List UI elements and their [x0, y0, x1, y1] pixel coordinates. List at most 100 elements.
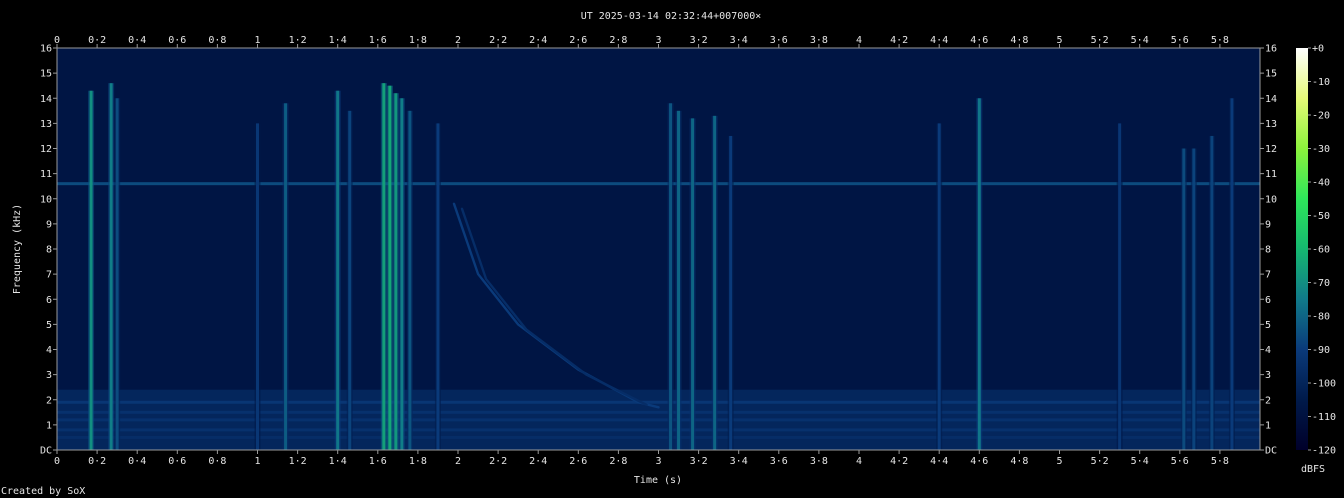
- colorbar-tick-label: -100: [1312, 379, 1336, 390]
- colorbar-tick-label: -60: [1312, 245, 1330, 256]
- y-tick-label-right: 11: [1265, 169, 1277, 180]
- x-tick-label-top: 0: [54, 35, 60, 46]
- colorbar-tick-label: -30: [1312, 144, 1330, 155]
- colorbar-tick-label: -20: [1312, 111, 1330, 122]
- x-tick-label-bottom: 3·8: [810, 456, 828, 467]
- y-tick-label-right: 12: [1265, 144, 1277, 155]
- y-tick-label-left: 6: [46, 295, 52, 306]
- x-tick-label-top: 3: [655, 35, 661, 46]
- transient-line: [937, 123, 941, 450]
- horizontal-band: [57, 400, 1260, 404]
- x-tick-label-top: 4: [856, 35, 862, 46]
- y-tick-label-left: 9: [46, 219, 52, 230]
- colorbar-label: dBFS: [1301, 464, 1325, 475]
- x-tick-label-bottom: 3·6: [770, 456, 788, 467]
- horizontal-band: [57, 410, 1260, 414]
- y-tick-label-left: 11: [40, 169, 52, 180]
- transient-line: [677, 110, 681, 450]
- x-tick-label-top: 2·8: [609, 35, 627, 46]
- plot-area: [56, 47, 1261, 451]
- x-tick-label-top: 4·8: [1010, 35, 1028, 46]
- x-tick-label-top: 3·4: [730, 35, 748, 46]
- y-axis-label: Frequency (kHz): [12, 204, 23, 294]
- x-tick-label-bottom: 1: [254, 456, 260, 467]
- x-tick-label-top: 1·2: [289, 35, 307, 46]
- x-tick-label-top: 0·4: [128, 35, 146, 46]
- y-tick-label-left: 13: [40, 119, 52, 130]
- x-tick-label-top: 3·6: [770, 35, 788, 46]
- transient-line: [669, 103, 673, 450]
- x-tick-label-bottom: 1·8: [409, 456, 427, 467]
- x-tick-label-top: 0·8: [208, 35, 226, 46]
- transient-line: [408, 110, 412, 450]
- transient-line: [1118, 123, 1122, 450]
- transient-line: [691, 118, 695, 450]
- x-tick-label-bottom: 1·4: [329, 456, 347, 467]
- transient-line: [1210, 135, 1214, 450]
- transient-line: [382, 83, 386, 450]
- transient-line: [336, 90, 340, 450]
- x-tick-label-top: 1·6: [369, 35, 387, 46]
- x-tick-label-top: 2·2: [489, 35, 507, 46]
- y-tick-label-left: 12: [40, 144, 52, 155]
- colorbar-tick-label: -70: [1312, 278, 1330, 289]
- y-tick-label-left: 14: [40, 94, 52, 105]
- x-tick-label-bottom: 4·8: [1010, 456, 1028, 467]
- y-tick-label-right: 7: [1265, 270, 1271, 281]
- x-tick-label-top: 4·6: [970, 35, 988, 46]
- colorbar-tick-label: -110: [1312, 412, 1336, 423]
- transient-line: [729, 135, 733, 450]
- x-tick-label-bottom: 0: [54, 456, 60, 467]
- transient-line: [89, 90, 93, 450]
- x-tick-label-bottom: 5·8: [1211, 456, 1229, 467]
- footer-credit: Created by SoX: [1, 486, 85, 497]
- y-tick-label-left: 1: [46, 420, 52, 431]
- transient-line: [1182, 148, 1186, 450]
- y-tick-label-right: 9: [1265, 219, 1271, 230]
- y-tick-label-right: 2: [1265, 395, 1271, 406]
- x-tick-label-bottom: 3·2: [690, 456, 708, 467]
- x-tick-label-bottom: 0·2: [88, 456, 106, 467]
- y-tick-label-left: 5: [46, 320, 52, 331]
- y-tick-label-right: DC: [1265, 446, 1277, 457]
- x-tick-label-bottom: 2·8: [609, 456, 627, 467]
- y-tick-label-right: 15: [1265, 69, 1277, 80]
- y-tick-label-left: 10: [40, 194, 52, 205]
- y-tick-label-right: 16: [1265, 44, 1277, 55]
- x-tick-label-bottom: 2: [455, 456, 461, 467]
- x-tick-label-bottom: 5: [1056, 456, 1062, 467]
- transient-line: [109, 83, 113, 450]
- transient-line: [284, 103, 288, 450]
- y-tick-label-left: 2: [46, 395, 52, 406]
- x-tick-label-top: 0·2: [88, 35, 106, 46]
- x-tick-label-top: 5·2: [1091, 35, 1109, 46]
- transient-line: [400, 98, 404, 450]
- x-tick-label-top: 2: [455, 35, 461, 46]
- x-tick-label-top: 1·4: [329, 35, 347, 46]
- transient-line: [256, 123, 259, 450]
- colorbar-tick-label: -80: [1312, 312, 1330, 323]
- y-tick-label-left: DC: [40, 446, 52, 457]
- x-tick-label-bottom: 0·8: [208, 456, 226, 467]
- x-tick-label-top: 2·6: [569, 35, 587, 46]
- x-tick-label-bottom: 5·6: [1171, 456, 1189, 467]
- x-tick-label-top: 0·6: [168, 35, 186, 46]
- transient-line: [977, 98, 981, 450]
- x-tick-label-top: 5·6: [1171, 35, 1189, 46]
- horizontal-band: [57, 428, 1260, 432]
- transient-line: [115, 98, 119, 450]
- transient-line: [713, 115, 717, 450]
- x-tick-label-bottom: 0·4: [128, 456, 146, 467]
- transient-line: [436, 123, 440, 450]
- x-tick-label-bottom: 2·6: [569, 456, 587, 467]
- x-tick-label-bottom: 2·4: [529, 456, 547, 467]
- y-tick-label-left: 15: [40, 69, 52, 80]
- y-tick-label-left: 8: [46, 245, 52, 256]
- x-tick-label-top: 2·4: [529, 35, 547, 46]
- y-tick-label-left: 16: [40, 44, 52, 55]
- transient-line: [388, 85, 392, 450]
- x-tick-label-top: 4·2: [890, 35, 908, 46]
- y-tick-label-right: 10: [1265, 194, 1277, 205]
- heatmap-layer: [57, 48, 1260, 450]
- x-tick-label-top: 5: [1056, 35, 1062, 46]
